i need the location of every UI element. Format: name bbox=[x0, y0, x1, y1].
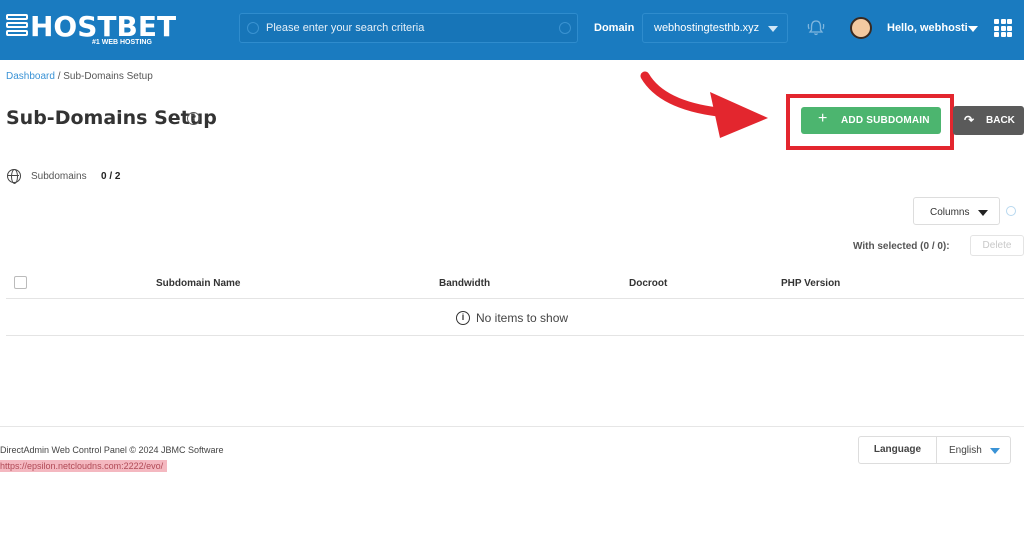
domain-value: webhostingtesthb.xyz bbox=[654, 22, 760, 34]
breadcrumb-separator: / bbox=[54, 71, 64, 82]
add-subdomain-button[interactable]: + ADD SUBDOMAIN bbox=[801, 107, 941, 134]
avatar[interactable] bbox=[850, 17, 872, 39]
red-arrow-annotation bbox=[640, 71, 768, 138]
help-icon[interactable]: ? bbox=[187, 112, 200, 125]
column-header-subdomain-name[interactable]: Subdomain Name bbox=[156, 278, 240, 289]
chevron-down-icon bbox=[990, 448, 1000, 454]
grid-apps-icon[interactable] bbox=[994, 19, 1012, 37]
back-button[interactable]: ↷ BACK bbox=[953, 106, 1024, 135]
columns-label: Columns bbox=[930, 207, 970, 218]
user-menu-label[interactable]: Hello, webhosti bbox=[887, 22, 968, 34]
share-icon: ↷ bbox=[964, 113, 975, 127]
search-submit-icon[interactable] bbox=[559, 22, 571, 34]
subdomains-stat-label: Subdomains bbox=[31, 171, 87, 182]
domain-label: Domain bbox=[594, 22, 635, 34]
breadcrumb-dashboard-link[interactable]: Dashboard bbox=[6, 71, 55, 82]
table-header-row: Subdomain Name Bandwidth Docroot PHP Ver… bbox=[6, 266, 1024, 299]
back-label: BACK bbox=[986, 115, 1015, 126]
refresh-icon[interactable] bbox=[1006, 206, 1016, 216]
domain-select[interactable]: webhostingtesthb.xyz bbox=[642, 13, 788, 43]
footer-url: https://epsilon.netcloudns.com:2222/evo/ bbox=[0, 460, 168, 472]
info-icon: i bbox=[456, 311, 470, 325]
footer-copyright: DirectAdmin Web Control Panel © 2024 JBM… bbox=[0, 445, 224, 455]
footer-divider bbox=[0, 426, 1024, 427]
add-subdomain-label: ADD SUBDOMAIN bbox=[841, 115, 930, 126]
column-header-bandwidth[interactable]: Bandwidth bbox=[439, 278, 490, 289]
search-icon bbox=[247, 22, 259, 34]
subdomains-stat-count: 0 / 2 bbox=[101, 171, 121, 182]
breadcrumb-current: Sub-Domains Setup bbox=[63, 71, 153, 82]
with-selected-label: With selected (0 / 0): bbox=[853, 241, 950, 252]
page-title: Sub-Domains Setup bbox=[6, 107, 217, 129]
server-logo-icon bbox=[6, 14, 28, 40]
delete-button[interactable]: Delete bbox=[970, 235, 1024, 256]
plus-icon: + bbox=[818, 110, 828, 127]
chevron-down-icon bbox=[768, 26, 778, 32]
bell-icon[interactable] bbox=[806, 18, 826, 38]
empty-message: No items to show bbox=[476, 311, 569, 325]
language-label: Language bbox=[859, 437, 937, 463]
language-select[interactable]: Language English bbox=[858, 436, 1011, 464]
brand-tagline: #1 WEB HOSTING bbox=[92, 39, 152, 46]
top-header: HOSTBET #1 WEB HOSTING Domain webhosting… bbox=[0, 0, 1024, 60]
chevron-down-icon bbox=[978, 210, 988, 216]
column-header-docroot[interactable]: Docroot bbox=[629, 278, 667, 289]
search-box bbox=[239, 13, 578, 43]
chevron-down-icon[interactable] bbox=[968, 26, 978, 32]
search-input[interactable] bbox=[266, 18, 556, 38]
breadcrumb: Dashboard / Sub-Domains Setup bbox=[6, 71, 153, 82]
columns-button[interactable]: Columns bbox=[913, 197, 1000, 225]
table-empty-row: i No items to show bbox=[6, 299, 1024, 336]
select-all-checkbox[interactable] bbox=[14, 276, 27, 289]
language-value: English bbox=[949, 445, 982, 456]
globe-icon bbox=[7, 169, 21, 184]
column-header-php-version[interactable]: PHP Version bbox=[781, 278, 840, 289]
